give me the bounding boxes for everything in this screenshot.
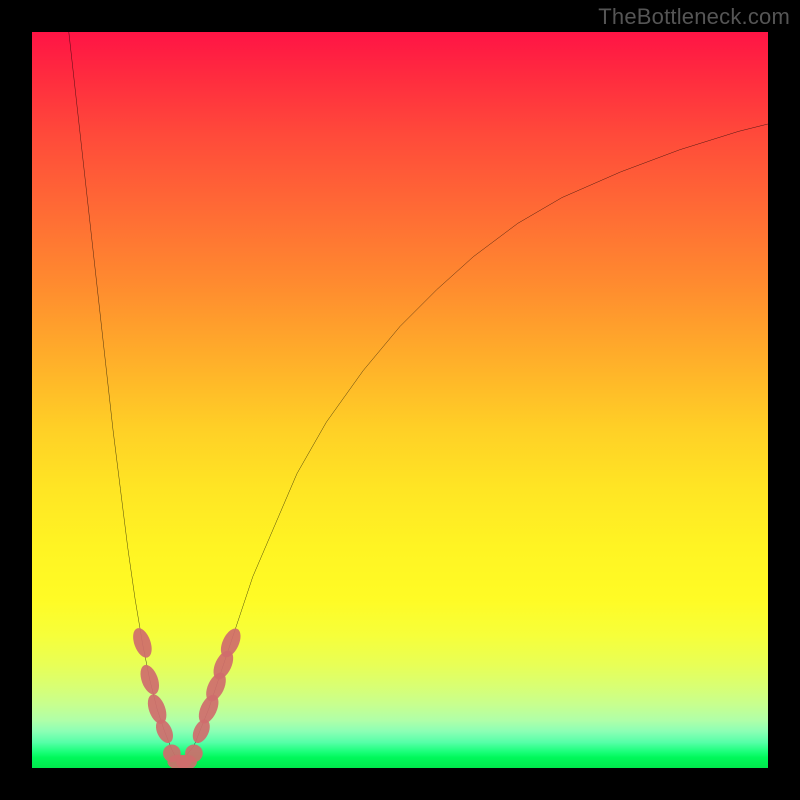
- marker-cluster-left: [130, 626, 177, 746]
- curve-left-branch: [69, 32, 179, 764]
- marker-cluster-valley: [163, 744, 203, 768]
- plot-area: [32, 32, 768, 768]
- watermark-text: TheBottleneck.com: [598, 4, 790, 30]
- marker-cluster-right: [189, 625, 244, 745]
- chart-frame: TheBottleneck.com: [0, 0, 800, 800]
- curve-right-branch: [179, 124, 768, 764]
- bottleneck-curve: [32, 32, 768, 768]
